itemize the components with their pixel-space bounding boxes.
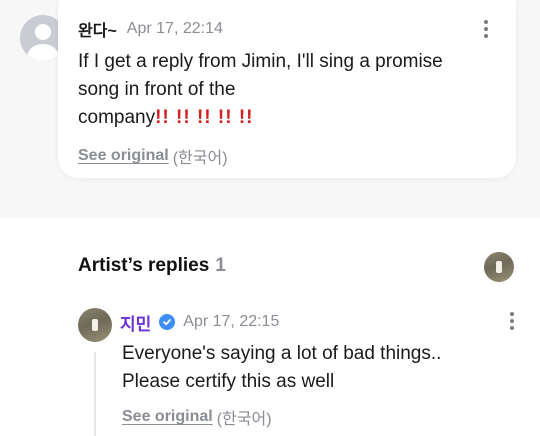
verified-badge-icon bbox=[159, 314, 176, 330]
fan-post-line-text: company bbox=[78, 107, 156, 128]
fan-post-line: song in front of the bbox=[78, 79, 236, 100]
artist-name[interactable]: 지민 bbox=[120, 310, 151, 335]
reply-thread-line bbox=[94, 352, 96, 436]
default-avatar-head-icon bbox=[35, 24, 51, 40]
fan-post-line: If I get a reply from Jimin, I'll sing a… bbox=[78, 51, 443, 72]
artist-avatar[interactable] bbox=[78, 308, 112, 342]
fan-post-timestamp: Apr 17, 22:14 bbox=[126, 20, 223, 37]
artist-reply-line: Everyone's saying a lot of bad things.. bbox=[122, 343, 442, 364]
artist-replies-title: Artist’s replies 1 bbox=[78, 255, 226, 277]
artist-see-original-row: See original (한국어) bbox=[122, 405, 272, 429]
artist-avatar-small[interactable] bbox=[484, 252, 514, 282]
artist-see-original-link[interactable]: See original bbox=[122, 408, 213, 426]
fan-author-name[interactable]: 완다~ bbox=[78, 17, 117, 41]
fan-post-line: company!! !! !! !! !! bbox=[78, 104, 503, 132]
double-exclamation-icon: !! !! !! !! !! bbox=[155, 107, 254, 128]
artist-replies-label: Artist’s replies bbox=[78, 255, 210, 276]
artist-reply-line: Please certify this as well bbox=[122, 371, 335, 392]
fan-post-text: If I get a reply from Jimin, I'll sing a… bbox=[78, 48, 503, 132]
artist-replies-count: 1 bbox=[215, 255, 226, 276]
artist-reply-more-icon[interactable] bbox=[502, 309, 522, 333]
fan-post-more-icon[interactable] bbox=[476, 17, 496, 41]
fan-original-language: (한국어) bbox=[172, 150, 228, 167]
artist-reply-timestamp: Apr 17, 22:15 bbox=[183, 313, 280, 330]
default-avatar-body-icon bbox=[27, 44, 59, 61]
fan-see-original-row: See original (한국어) bbox=[78, 144, 228, 168]
fan-post-header: 완다~ Apr 17, 22:14 bbox=[78, 18, 223, 40]
artist-reply-text: Everyone's saying a lot of bad things.. … bbox=[122, 340, 502, 396]
artist-reply-header: 지민 Apr 17, 22:15 bbox=[120, 310, 280, 335]
artist-original-language: (한국어) bbox=[216, 411, 272, 428]
fan-see-original-link[interactable]: See original bbox=[78, 147, 169, 165]
